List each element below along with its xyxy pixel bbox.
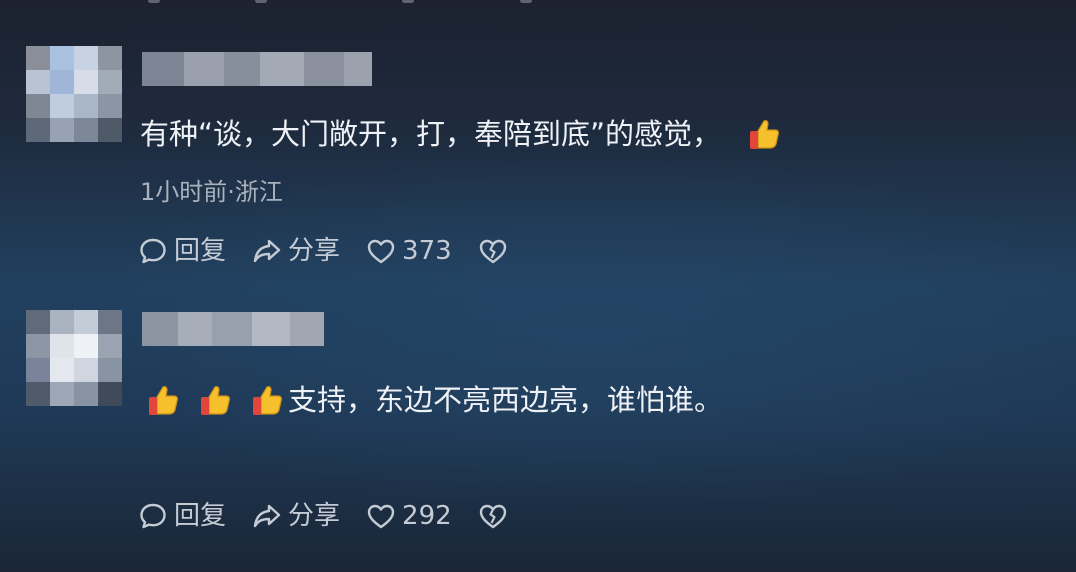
reply-button[interactable]: 回复	[138, 501, 226, 531]
comment-text: 有种“谈，大门敞开，打，奉陪到底”的感觉，	[140, 114, 781, 154]
top-edge-mark	[520, 0, 532, 3]
share-button[interactable]: 分享	[252, 501, 340, 531]
reply-button[interactable]: 回复	[138, 236, 226, 266]
speech-bubble-icon	[140, 503, 166, 529]
comment-actions: 回复 分享 292	[138, 501, 534, 531]
thumbs-up-icon	[198, 383, 232, 417]
avatar[interactable]	[26, 46, 122, 142]
thumbs-up-icon	[146, 383, 180, 417]
heart-icon	[367, 239, 395, 264]
share-label: 分享	[288, 236, 341, 266]
username-blurred[interactable]	[142, 52, 372, 86]
share-arrow-icon	[253, 504, 281, 528]
share-arrow-icon	[253, 239, 281, 263]
top-edge-mark	[148, 0, 160, 3]
comment-actions: 回复 分享 373	[138, 236, 534, 266]
thumbs-up-icon	[747, 117, 781, 151]
comment-meta: 1小时前·浙江	[140, 178, 283, 206]
like-count: 373	[402, 236, 452, 266]
dislike-button[interactable]	[478, 236, 508, 266]
reply-label: 回复	[174, 236, 227, 266]
heart-icon	[367, 504, 395, 529]
top-edge-mark	[255, 0, 267, 3]
broken-heart-icon	[479, 239, 506, 264]
username-blurred[interactable]	[142, 312, 324, 346]
like-button[interactable]: 373	[366, 236, 452, 266]
share-label: 分享	[288, 501, 341, 531]
comment-text-body: 支持，东边不亮西边亮，谁怕谁。	[288, 383, 724, 417]
top-edge-mark	[402, 0, 414, 3]
share-button[interactable]: 分享	[252, 236, 340, 266]
speech-bubble-icon	[140, 238, 166, 264]
thumbs-up-icon	[250, 383, 284, 417]
dislike-button[interactable]	[478, 501, 508, 531]
like-button[interactable]: 292	[366, 501, 452, 531]
comment-text: 支持，东边不亮西边亮，谁怕谁。	[140, 380, 723, 420]
broken-heart-icon	[479, 504, 506, 529]
reply-label: 回复	[174, 501, 227, 531]
avatar[interactable]	[26, 310, 122, 406]
comment-text-body: 有种“谈，大门敞开，打，奉陪到底”的感觉，	[140, 117, 722, 151]
like-count: 292	[402, 501, 452, 531]
top-edge-artifacts	[0, 0, 1076, 8]
